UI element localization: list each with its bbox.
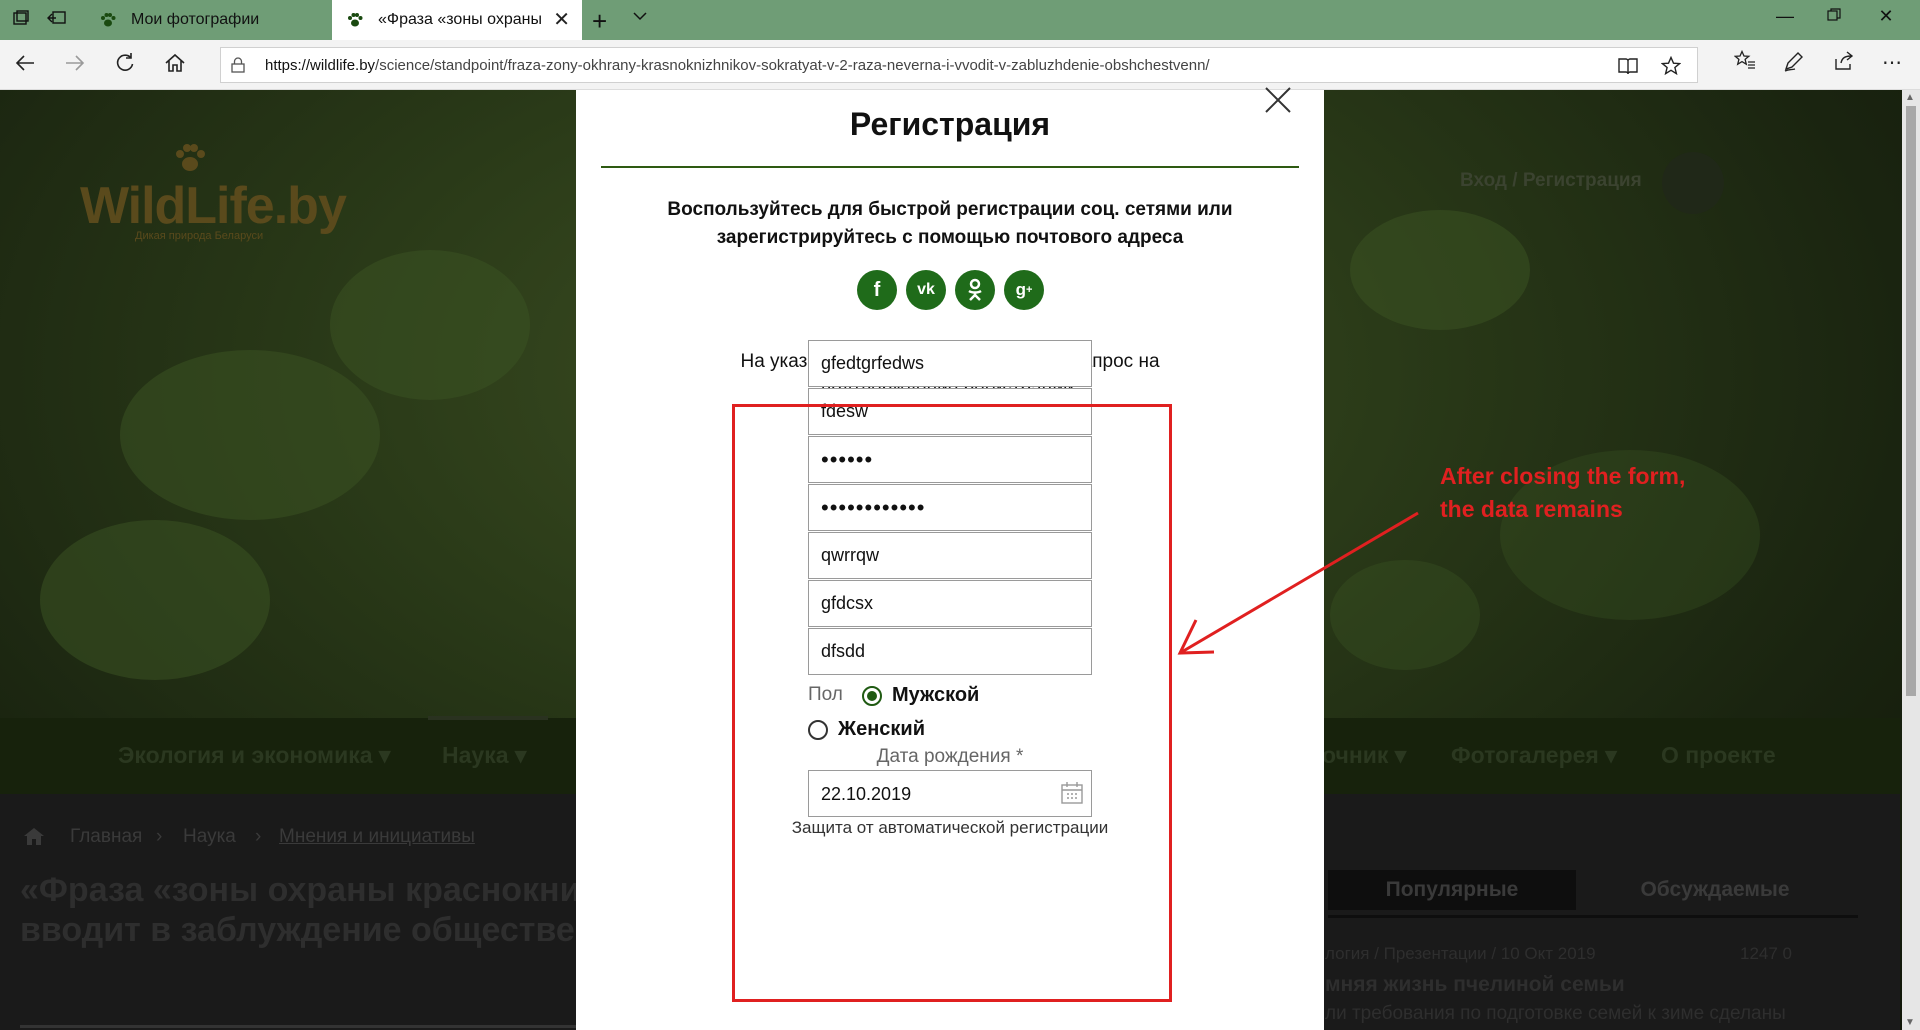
vk-icon[interactable]: vk: [906, 270, 946, 310]
menu-item-science[interactable]: Наука ▾: [442, 742, 526, 769]
menu-active-indicator: [428, 716, 548, 720]
minimize-icon[interactable]: —: [1765, 6, 1805, 34]
modal-title: Регистрация: [849, 106, 1051, 142]
side-article-meta: логия / Презентации / 10 Окт 2019: [1325, 944, 1596, 963]
menu-item-about[interactable]: О проекте: [1661, 742, 1776, 769]
share-icon[interactable]: [1833, 50, 1855, 78]
breadcrumb-opinions[interactable]: Мнения и инициативы: [279, 826, 475, 848]
tab-label: Мои фотографии: [131, 11, 260, 28]
odnoklassniki-icon[interactable]: [955, 270, 995, 310]
back-icon[interactable]: [12, 52, 38, 78]
divider: [601, 166, 1299, 168]
close-window-icon[interactable]: ✕: [1866, 6, 1906, 34]
browser-tab-bar: Мои фотографии «Фраза «зоны охраны ✕ + —…: [0, 0, 1920, 40]
tab-discussed[interactable]: Обсуждаемые: [1590, 870, 1840, 910]
page-scrollbar[interactable]: ▲ ▼: [1902, 90, 1920, 1030]
breadcrumb-separator: ›: [156, 826, 163, 847]
chevron-down-icon[interactable]: [632, 8, 648, 29]
paw-icon: [344, 9, 366, 31]
restore-icon[interactable]: [1814, 6, 1854, 34]
browser-address-bar: https://wildlife.by/science/standpoint/f…: [0, 40, 1920, 90]
url-text: https://wildlife.by/science/standpoint/f…: [265, 57, 1210, 74]
breadcrumb-separator: ›: [255, 826, 262, 847]
login-field[interactable]: [808, 340, 1092, 387]
scrollbar-thumb[interactable]: [1906, 106, 1916, 696]
new-tab-icon[interactable]: +: [592, 6, 607, 37]
annotation-text: After closing the form, the data remains: [1440, 463, 1686, 522]
tab-popular[interactable]: Популярные: [1328, 870, 1576, 910]
favorites-list-icon[interactable]: [1733, 49, 1756, 76]
pen-notes-icon[interactable]: [1783, 50, 1805, 78]
google-plus-icon[interactable]: g +: [1004, 270, 1044, 310]
facebook-icon[interactable]: f: [857, 270, 897, 310]
divider: [1328, 915, 1858, 918]
side-article-headline[interactable]: мняя жизнь пчелиной семьи: [1325, 973, 1625, 997]
login-register-link[interactable]: Вход / Регистрация: [1460, 170, 1642, 192]
menu-item-guide[interactable]: очник ▾: [1322, 742, 1406, 769]
site-logo-subtitle: Дикая природа Беларуси: [135, 230, 264, 242]
favorite-star-icon[interactable]: [1660, 55, 1682, 81]
paw-icon: [97, 9, 119, 31]
breadcrumb-home[interactable]: Главная: [70, 826, 142, 848]
side-article-stats: 1247 0: [1740, 944, 1792, 963]
article-title: «Фраза «зоны охраны краснокни вводит в з…: [20, 871, 581, 949]
set-aside-tabs-icon[interactable]: [46, 9, 68, 31]
reading-view-icon[interactable]: [1617, 56, 1639, 81]
lock-icon: [231, 57, 245, 73]
divider: [20, 1025, 580, 1028]
tab-actions-icon[interactable]: [10, 9, 32, 31]
close-tab-icon[interactable]: ✕: [553, 10, 570, 30]
refresh-icon[interactable]: [112, 52, 138, 78]
tab-label: «Фраза «зоны охраны: [378, 11, 542, 28]
modal-intro-text: Воспользуйтесь для быстрой регистрации с…: [667, 199, 1233, 248]
social-login-group: f vk g +: [857, 270, 1044, 310]
forward-icon[interactable]: [62, 52, 88, 78]
paw-icon: [170, 140, 210, 181]
menu-item-gallery[interactable]: Фотогалерея ▾: [1451, 742, 1617, 769]
home-icon[interactable]: [22, 826, 46, 852]
home-icon[interactable]: [162, 52, 188, 78]
side-article-excerpt: ли требования по подготовке семей к зиме…: [1325, 1003, 1786, 1024]
tab-article[interactable]: «Фраза «зоны охраны ✕: [332, 0, 582, 40]
tab-my-photos[interactable]: Мои фотографии: [85, 0, 330, 40]
breadcrumb-science[interactable]: Наука: [183, 826, 236, 848]
menu-item-ecology[interactable]: Экология и экономика ▾: [118, 742, 390, 769]
more-icon[interactable]: ⋯: [1882, 50, 1902, 75]
annotation-highlight-box: [732, 404, 1172, 1002]
site-logo[interactable]: WildLife.by: [80, 176, 347, 236]
avatar[interactable]: [1662, 152, 1724, 214]
url-field[interactable]: https://wildlife.by/science/standpoint/f…: [220, 47, 1698, 83]
